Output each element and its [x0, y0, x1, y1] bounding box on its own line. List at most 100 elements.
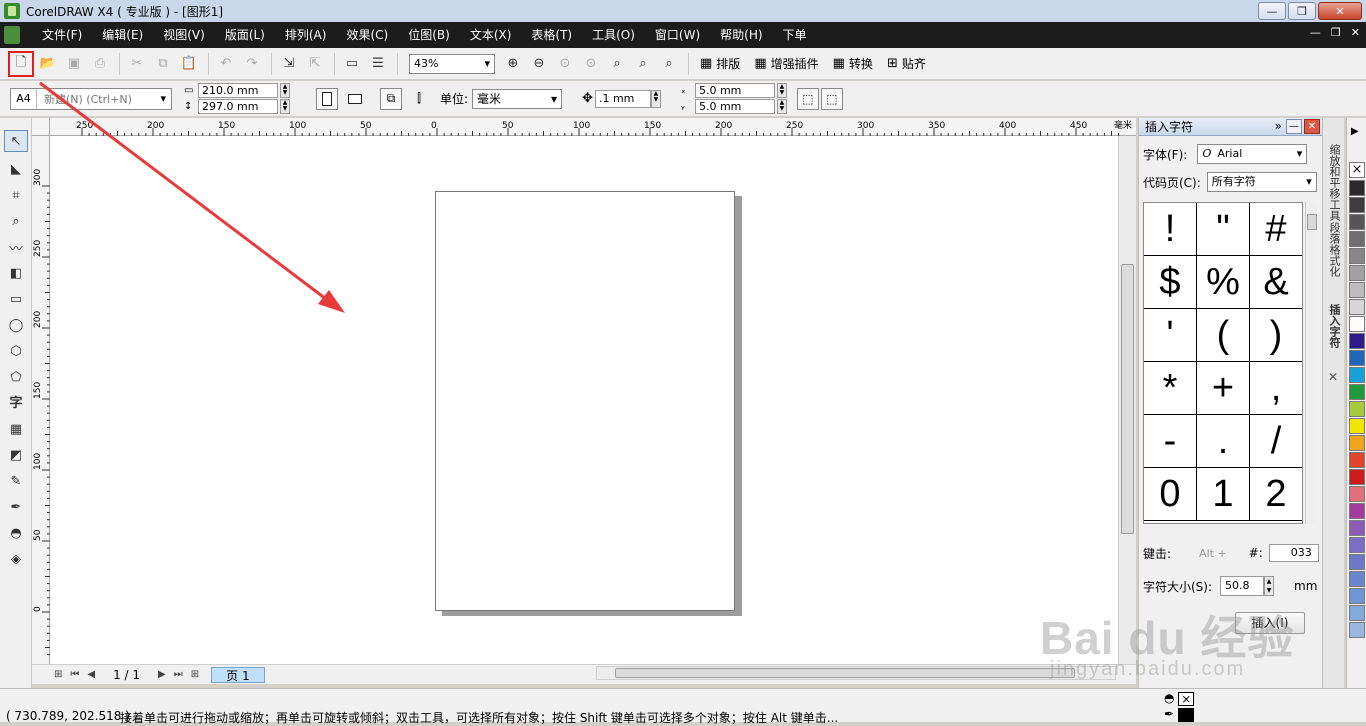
- fill-indicator[interactable]: ◓ ⨯: [1164, 691, 1195, 706]
- freehand-tool[interactable]: 〰: [4, 236, 28, 258]
- palette-swatch[interactable]: [1349, 299, 1365, 315]
- welcome-screen-button[interactable]: ☰: [366, 52, 390, 76]
- palette-swatch[interactable]: [1349, 401, 1365, 417]
- copy-button[interactable]: ⧉: [151, 52, 175, 76]
- first-page-icon[interactable]: ⏮: [70, 669, 79, 680]
- char-code-input[interactable]: 033: [1268, 544, 1319, 562]
- prev-page-icon[interactable]: ◀: [87, 669, 95, 680]
- glyph-cell[interactable]: 0: [1144, 468, 1197, 521]
- enhance-plugin-button[interactable]: ▦ 增强插件: [754, 55, 818, 72]
- new-document-button[interactable]: 🗋: [8, 50, 34, 77]
- doc-restore-button[interactable]: ❐: [1331, 26, 1341, 39]
- docker-expand-icon[interactable]: »: [1275, 119, 1282, 133]
- pick-tool[interactable]: ↖: [4, 130, 28, 152]
- last-page-icon[interactable]: ⏭: [174, 669, 183, 680]
- glyph-cell[interactable]: 2: [1250, 468, 1302, 521]
- font-select[interactable]: O Arial: [1197, 144, 1308, 164]
- add-page-after-icon[interactable]: ⊞: [191, 669, 199, 680]
- units-select[interactable]: 毫米: [472, 88, 563, 109]
- palette-swatch[interactable]: [1349, 605, 1365, 621]
- convert-plugin-button[interactable]: ▦ 转换: [833, 55, 873, 72]
- interactive-fill-tool[interactable]: ◈: [4, 548, 28, 570]
- rectangle-tool[interactable]: ▭: [4, 288, 28, 310]
- palette-swatch[interactable]: [1349, 282, 1365, 298]
- character-grid[interactable]: ! " # $% & '() * +, -./ 0 1 2: [1143, 202, 1303, 524]
- print-button[interactable]: ⎙: [88, 52, 112, 76]
- snap-plugin-button[interactable]: ⊞ 贴齐: [887, 55, 926, 72]
- polygon-tool[interactable]: ⬡: [4, 340, 28, 362]
- duplicate-y-input[interactable]: 5.0 mm: [694, 99, 775, 114]
- ellipse-tool[interactable]: ◯: [4, 314, 28, 336]
- zoom-out-button[interactable]: ⊖: [527, 52, 551, 76]
- menu-effects[interactable]: 效果(C): [336, 22, 398, 48]
- landscape-button[interactable]: [344, 88, 366, 110]
- add-page-before-icon[interactable]: ⊞: [54, 669, 62, 680]
- basic-shapes-tool[interactable]: ⬠: [4, 366, 28, 388]
- page-height-spinner[interactable]: ▲ ▼: [280, 99, 290, 114]
- duplicate-x-input[interactable]: 5.0 mm: [694, 83, 775, 98]
- palette-swatch[interactable]: [1349, 622, 1365, 638]
- palette-swatch[interactable]: [1349, 197, 1365, 213]
- palette-swatch[interactable]: [1349, 452, 1365, 468]
- menu-tools[interactable]: 工具(O): [582, 22, 645, 48]
- doc-close-button[interactable]: ✕: [1351, 26, 1360, 39]
- docker-tab-paragraph[interactable]: 段落格式化: [1326, 222, 1342, 277]
- glyph-cell[interactable]: #: [1250, 203, 1302, 256]
- redo-button[interactable]: ↷: [240, 52, 264, 76]
- palette-swatch[interactable]: [1349, 214, 1365, 230]
- glyph-cell[interactable]: .: [1197, 415, 1250, 468]
- fill-tool[interactable]: ◓: [4, 522, 28, 544]
- shape-tool[interactable]: ◣: [4, 158, 28, 180]
- next-page-icon[interactable]: ▶: [158, 669, 166, 680]
- glyph-cell[interactable]: +: [1197, 362, 1250, 415]
- nudge-spinner[interactable]: ▲ ▼: [650, 89, 661, 108]
- palette-swatch[interactable]: [1349, 333, 1365, 349]
- outline-indicator[interactable]: ✒: [1164, 707, 1194, 722]
- menu-layout[interactable]: 版面(L): [215, 22, 275, 48]
- menu-arrange[interactable]: 排列(A): [275, 22, 337, 48]
- draw-object-bounds-button[interactable]: ⬚: [820, 87, 843, 110]
- zoom-height-button[interactable]: ⌕: [657, 52, 681, 76]
- docker-tab-insert-char[interactable]: 插入字符: [1326, 304, 1342, 348]
- horizontal-ruler[interactable]: 250 200 150 100 50 0 50 100 150 200 250 300 350 400 45…: [50, 118, 1136, 136]
- horizontal-scrollbar-thumb[interactable]: [615, 668, 1075, 678]
- table-tool[interactable]: ▦: [4, 418, 28, 440]
- zoom-in-button[interactable]: ⊕: [501, 52, 525, 76]
- glyph-cell[interactable]: $: [1144, 256, 1197, 309]
- vertical-ruler[interactable]: 300 250 200 150 100 50 0: [32, 136, 50, 664]
- palette-swatch[interactable]: [1349, 265, 1365, 281]
- menu-view[interactable]: 视图(V): [153, 22, 215, 48]
- ruler-origin[interactable]: [32, 118, 50, 136]
- palette-swatch[interactable]: [1349, 554, 1365, 570]
- palette-scroll-up-icon[interactable]: ▶: [1351, 126, 1359, 137]
- char-size-spinner[interactable]: ▲ ▼: [1264, 576, 1275, 596]
- export-button[interactable]: ⇱: [303, 52, 327, 76]
- import-button[interactable]: ⇲: [277, 52, 301, 76]
- menu-edit[interactable]: 编辑(E): [92, 22, 153, 48]
- palette-swatch[interactable]: [1349, 180, 1365, 196]
- character-grid-scrollbar-thumb[interactable]: [1307, 214, 1317, 230]
- zoom-level-select[interactable]: 43%: [409, 53, 495, 74]
- page-tab-1[interactable]: 页 1: [211, 666, 265, 683]
- zoom-all-button[interactable]: ⊙: [579, 52, 603, 76]
- text-tool[interactable]: 字: [4, 390, 28, 412]
- glyph-cell[interactable]: ): [1250, 309, 1302, 362]
- interactive-blend-tool[interactable]: ◩: [4, 444, 28, 466]
- codepage-select[interactable]: 所有字符: [1206, 172, 1317, 192]
- palette-swatch[interactable]: [1349, 367, 1365, 383]
- eyedropper-tool[interactable]: ✎: [4, 470, 28, 492]
- palette-swatch[interactable]: [1349, 486, 1365, 502]
- glyph-cell[interactable]: ,: [1250, 362, 1302, 415]
- crop-tool[interactable]: ⌗: [4, 184, 28, 206]
- save-button[interactable]: ▣: [62, 52, 86, 76]
- layout-plugin-button[interactable]: ▦ 排版: [700, 55, 740, 72]
- zoom-tool[interactable]: ⌕: [4, 210, 28, 232]
- glyph-cell[interactable]: /: [1250, 415, 1302, 468]
- page-width-spinner[interactable]: ▲ ▼: [280, 83, 290, 98]
- horizontal-scrollbar[interactable]: [596, 666, 1116, 680]
- zoom-width-button[interactable]: ⌕: [631, 52, 655, 76]
- zoom-selected-button[interactable]: ⊙: [553, 52, 577, 76]
- vertical-scrollbar[interactable]: [1118, 136, 1136, 664]
- docker-minimize-button[interactable]: —: [1286, 119, 1302, 134]
- close-button[interactable]: ✕: [1318, 2, 1362, 20]
